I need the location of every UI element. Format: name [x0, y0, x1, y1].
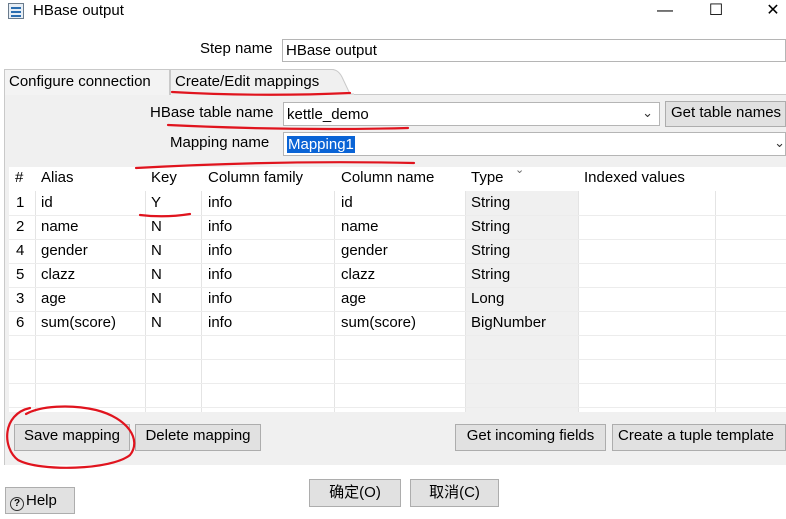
annotation-underline-key — [138, 212, 192, 218]
annotation-circle-save — [6, 405, 136, 469]
annotation-layer — [6, 90, 416, 469]
annotation-underline-mapping-name — [134, 161, 416, 170]
annotation-underline-tab — [170, 90, 352, 96]
annotation-underline-table-name — [166, 123, 410, 131]
